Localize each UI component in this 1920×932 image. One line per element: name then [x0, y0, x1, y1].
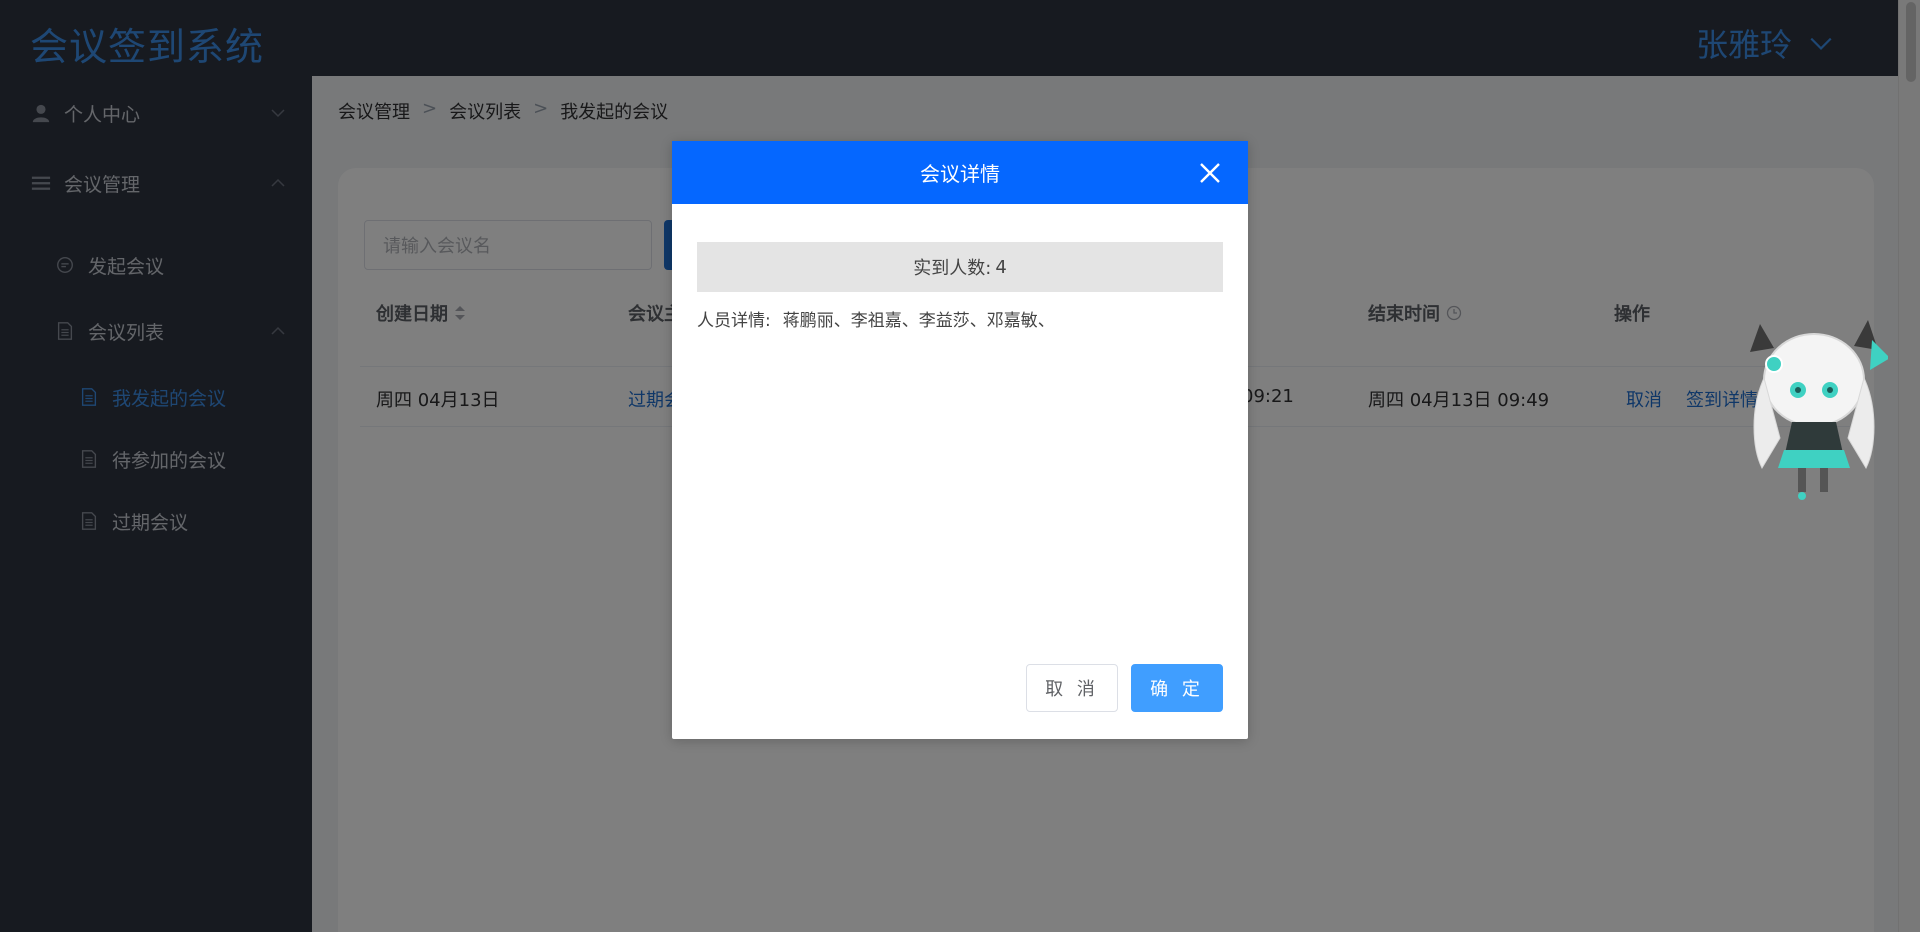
attendee-details: 人员详情: 蒋鹏丽、李祖嘉、李益莎、邓嘉敏、	[697, 306, 1055, 331]
cancel-button[interactable]: 取 消	[1026, 664, 1118, 712]
attendee-list: 蒋鹏丽、李祖嘉、李益莎、邓嘉敏、	[782, 311, 1055, 331]
close-icon[interactable]	[1198, 161, 1222, 185]
dialog-title: 会议详情	[920, 162, 1000, 186]
attendee-label: 人员详情:	[697, 311, 771, 331]
mascot-image	[1750, 320, 1888, 500]
attendance-count-bar: 实到人数: 4	[697, 242, 1223, 292]
confirm-button[interactable]: 确 定	[1131, 664, 1223, 712]
attendance-count-value: 4	[995, 256, 1007, 278]
attendance-count-label: 实到人数:	[913, 258, 992, 279]
meeting-detail-dialog: 会议详情 实到人数: 4 人员详情: 蒋鹏丽、李祖嘉、李益莎、邓嘉敏、 取 消 …	[672, 141, 1248, 739]
dialog-header: 会议详情	[672, 141, 1248, 204]
